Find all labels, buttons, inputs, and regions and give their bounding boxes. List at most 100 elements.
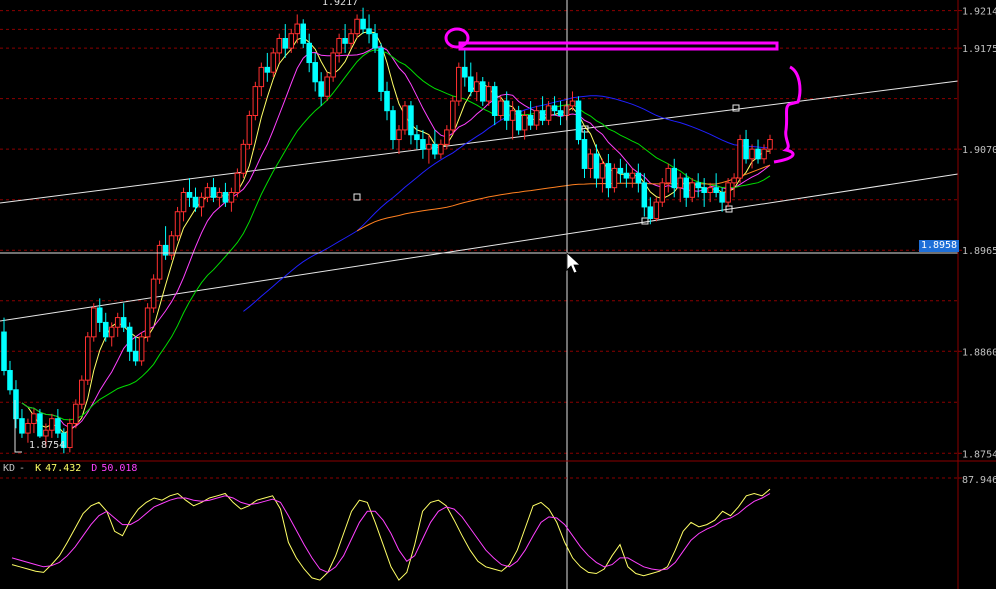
candle-body xyxy=(647,206,654,219)
candle xyxy=(623,163,630,188)
candle xyxy=(695,173,701,198)
candle-body xyxy=(252,86,259,116)
candle xyxy=(264,52,271,82)
candle-body xyxy=(629,172,636,179)
candle-body xyxy=(408,105,414,136)
candle xyxy=(384,81,390,121)
candle xyxy=(336,33,342,63)
candle xyxy=(7,360,13,395)
candle xyxy=(509,101,516,140)
candle xyxy=(629,168,636,188)
candle-body xyxy=(270,52,277,73)
candle xyxy=(276,33,283,63)
price-gridlines xyxy=(0,10,958,454)
ma10-line xyxy=(21,46,771,429)
candle xyxy=(671,158,678,198)
candle xyxy=(390,105,396,150)
channel-handle[interactable] xyxy=(353,193,361,201)
channel-handle[interactable] xyxy=(641,217,649,225)
candle xyxy=(539,96,546,126)
candle xyxy=(240,139,247,179)
candle-body xyxy=(324,76,330,97)
candle-body xyxy=(90,307,97,338)
candle-body xyxy=(168,235,175,256)
candle-body xyxy=(120,317,127,328)
candle-body xyxy=(366,28,372,35)
candle-body xyxy=(55,418,61,434)
channel-upper-line[interactable] xyxy=(0,80,959,204)
candle xyxy=(575,96,582,145)
candle xyxy=(677,173,684,203)
candle-body xyxy=(306,42,312,64)
candlesticks xyxy=(1,7,773,454)
trendline-channel[interactable] xyxy=(0,80,959,322)
candle-body xyxy=(432,143,438,155)
candle xyxy=(168,230,175,260)
candle xyxy=(533,105,540,130)
candle xyxy=(456,62,462,106)
candle-body xyxy=(479,81,486,102)
kd-legend-k-name: K xyxy=(35,463,42,474)
ma5-line xyxy=(21,31,770,434)
candle-body xyxy=(695,182,701,189)
candle-body xyxy=(551,105,558,112)
candle-body xyxy=(192,196,199,208)
candle xyxy=(312,52,318,92)
candle-body xyxy=(156,244,163,280)
candle-body xyxy=(491,86,498,116)
candle xyxy=(79,375,85,410)
candle-body xyxy=(31,413,37,424)
candle xyxy=(659,178,666,207)
candle xyxy=(114,312,121,337)
candle-body xyxy=(288,33,295,49)
candle-body xyxy=(198,196,205,208)
candle xyxy=(438,139,444,159)
candle-body xyxy=(731,177,737,184)
candle xyxy=(252,81,259,121)
candle xyxy=(37,409,43,438)
candle-body xyxy=(96,307,103,323)
candle xyxy=(49,413,55,438)
candle-body xyxy=(246,114,253,145)
candle-body xyxy=(108,326,115,338)
candle-body xyxy=(372,33,378,49)
candle xyxy=(96,298,103,333)
candle xyxy=(737,134,743,183)
candle xyxy=(288,28,295,53)
candle-body xyxy=(180,191,187,213)
candle-body xyxy=(348,33,354,44)
candle-body xyxy=(49,418,55,431)
candle-body xyxy=(294,23,301,35)
candle-body xyxy=(575,100,582,141)
high-price-label: 1.9217 xyxy=(322,0,359,8)
current-price-badge: 1.8958 xyxy=(919,240,959,252)
candle-body xyxy=(318,81,324,97)
candle xyxy=(300,19,306,49)
candle-body xyxy=(67,422,73,449)
candle xyxy=(120,303,127,333)
price-tick-label: 1.8860 xyxy=(962,347,996,358)
candle-body xyxy=(611,167,618,189)
channel-lower-line[interactable] xyxy=(0,173,959,322)
ma20-line xyxy=(21,49,771,421)
candle-body xyxy=(641,182,648,208)
candle xyxy=(462,48,468,87)
candle-body xyxy=(533,110,540,126)
candle xyxy=(102,312,109,342)
candle xyxy=(31,409,37,434)
kd-legend-k-value: 47.432 xyxy=(45,463,82,474)
candle-body xyxy=(210,187,217,198)
candle-body xyxy=(743,139,749,160)
candle xyxy=(426,134,432,164)
candle xyxy=(150,274,157,313)
candle-body xyxy=(43,429,49,437)
candle-body xyxy=(539,110,546,121)
candle xyxy=(258,62,265,97)
candle-body xyxy=(114,317,121,328)
moving-averages xyxy=(21,31,771,434)
candle-body xyxy=(623,172,630,179)
candle xyxy=(599,158,606,193)
candle xyxy=(605,153,612,198)
channel-handle[interactable] xyxy=(732,104,740,112)
candle-body xyxy=(360,18,366,30)
